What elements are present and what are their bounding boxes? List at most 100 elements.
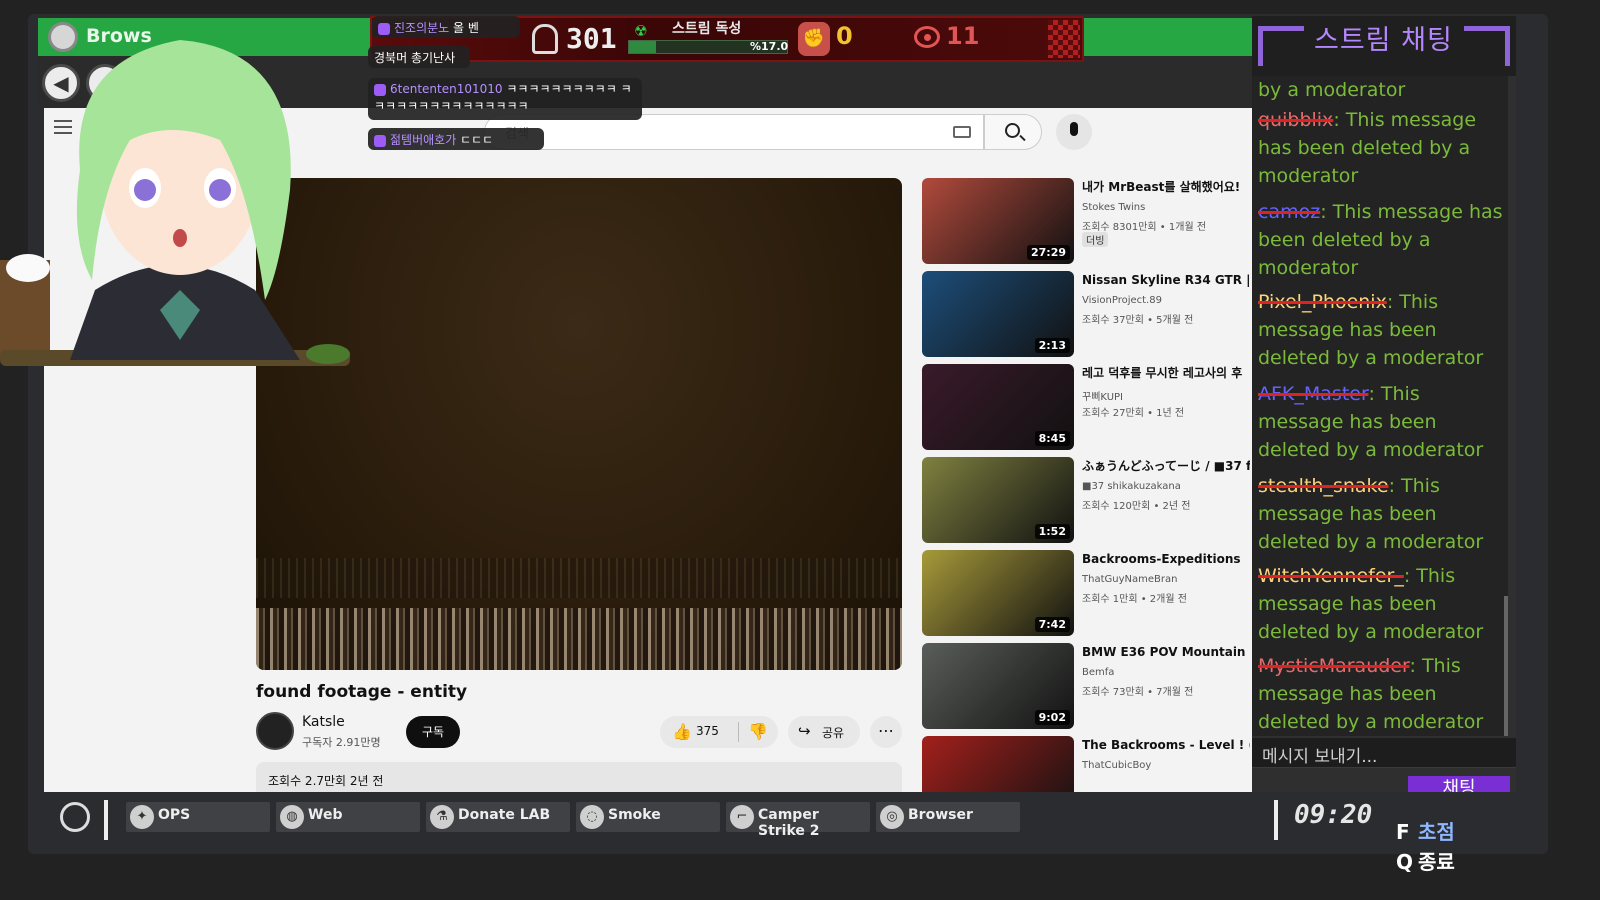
video-thumbnail[interactable]: 8:45: [922, 364, 1074, 450]
toxicity-fill: [629, 41, 656, 53]
chat-message: WitchYennefer_: This message has been de…: [1258, 565, 1484, 643]
quit-key-hint: Q 종료: [1396, 846, 1455, 875]
chat-message: stealth_snake: This message has been del…: [1258, 475, 1484, 553]
overlay-chat-user: 젊템버애호가: [390, 133, 457, 147]
stream-chat-header: 스트림 채팅: [1252, 16, 1516, 76]
channel-name[interactable]: Katsle: [302, 714, 345, 730]
recommendation-title[interactable]: Nissan Skyline R34 GTR | 4K: [1082, 271, 1250, 291]
chat-username[interactable]: Pixel_Phoenix: [1258, 291, 1387, 313]
focus-key-hint: F 초점: [1396, 816, 1455, 845]
subscriber-count: 구독자 2.91만명: [302, 736, 381, 749]
recommendation-channel[interactable]: Bemfa: [1082, 667, 1114, 678]
recommendation-title[interactable]: BMW E36 POV Mountain Drifting in the Rai…: [1082, 643, 1250, 663]
key-f: F: [1396, 820, 1410, 844]
subscribe-button[interactable]: 구독: [406, 716, 460, 748]
recommendation-item[interactable]: 8:45 레고 덕후를 무시한 레고사의 후 꾸삐KUPI 조회수 27만회 • 1년…: [922, 364, 1252, 452]
overlay-chat-user: 경북머: [374, 51, 408, 65]
video-static: [256, 558, 902, 598]
overlay-chat-message: 젊템버애호가 ㄷㄷㄷ: [368, 128, 544, 150]
recommendation-item[interactable]: 1:52 ふぁうんどふってーじ / ■37 feat.IA ■37 shikakuz…: [922, 457, 1252, 545]
flask-icon: ⚗: [430, 805, 454, 829]
eye-icon: [914, 26, 940, 48]
share-button[interactable]: ↪ 공유: [788, 716, 860, 748]
video-thumbnail[interactable]: 9:02: [922, 643, 1074, 729]
stream-chat-panel: 스트림 채팅 by a moderator quibblix: This mess…: [1252, 16, 1516, 808]
fist-count: 0: [836, 22, 853, 50]
taskbar-app-camper-strike-2[interactable]: ⌐ Camper Strike 2: [726, 802, 870, 839]
recommendation-item[interactable]: 27:29 내가 MrBeast를 살해했어요! Stokes Twins 조회수 8…: [922, 178, 1252, 266]
chat-username[interactable]: WitchYennefer_: [1258, 565, 1404, 587]
chat-message-input[interactable]: 메시지 보내기...: [1252, 738, 1516, 768]
eye-count: 11: [946, 22, 980, 50]
recommendation-item[interactable]: 9:02 BMW E36 POV Mountain Drifting in the…: [922, 643, 1252, 731]
video-thumbnail[interactable]: 2:13: [922, 271, 1074, 357]
channel-avatar[interactable]: [256, 712, 294, 750]
recommendation-channel[interactable]: VisionProject.89: [1082, 295, 1162, 306]
chat-username[interactable]: AFK_Master: [1258, 383, 1368, 405]
recommendation-meta: 조회수 37만회 • 5개월 전: [1082, 315, 1194, 326]
key-q-action: 종료: [1418, 850, 1455, 874]
toxicity-value: %17.0: [750, 40, 789, 53]
recommendation-channel[interactable]: ThatCubicBoy: [1082, 760, 1151, 771]
keyboard-icon[interactable]: [953, 126, 971, 138]
recommendation-channel[interactable]: ThatGuyNameBran: [1082, 574, 1177, 585]
clock: 09:20: [1294, 800, 1373, 830]
recommendation-item[interactable]: 7:42 Backrooms-Expeditions ThatGuyNameBran…: [922, 550, 1252, 638]
ops-icon: ✦: [130, 805, 154, 829]
key-f-action: 초점: [1418, 820, 1455, 844]
recommendation-meta: 조회수 120만회 • 2년 전: [1082, 501, 1191, 512]
start-button[interactable]: [60, 802, 90, 832]
taskbar-app-smoke[interactable]: ◌ Smoke: [576, 802, 720, 832]
chat-decoration-right: [1464, 26, 1510, 66]
taskbar-app-label: Smoke: [608, 807, 661, 823]
chat-message: camoz: This message has been deleted by …: [1258, 201, 1503, 279]
video-thumbnail[interactable]: 1:52: [922, 457, 1074, 543]
recommendation-channel[interactable]: ■37 shikakuzakana: [1082, 481, 1181, 492]
taskbar-app-label: Web: [308, 807, 343, 823]
chat-decoration-left: [1258, 26, 1304, 66]
mic-button[interactable]: [1056, 114, 1092, 150]
thumbs-down-icon[interactable]: 👎: [748, 722, 768, 741]
more-actions-button[interactable]: ⋯: [870, 716, 902, 748]
chat-message: Pixel_Phoenix: This message has been del…: [1258, 291, 1484, 369]
video-thumbnail[interactable]: 7:42: [922, 550, 1074, 636]
thumbs-up-icon[interactable]: 👍: [672, 722, 692, 741]
chat-username[interactable]: MysticMarauder: [1258, 655, 1409, 677]
globe-icon: ◍: [280, 805, 304, 829]
recommendation-title[interactable]: ふぁうんどふってーじ / ■37 feat.IA: [1082, 457, 1250, 477]
duration-badge: 7:42: [1034, 617, 1070, 632]
chat-scrollbar[interactable]: [1504, 596, 1508, 736]
taskbar-app-ops[interactable]: ✦ OPS: [126, 802, 270, 832]
taskbar-app-browser[interactable]: ◎ Browser: [876, 802, 1020, 832]
recommendation-channel[interactable]: 꾸삐KUPI: [1082, 388, 1123, 403]
heart-icon: [374, 134, 386, 147]
checker-decoration: [1048, 20, 1080, 58]
recommendation-title[interactable]: 레고 덕후를 무시한 레고사의 후: [1082, 364, 1250, 384]
chat-username[interactable]: quibblix: [1258, 109, 1333, 131]
recommendation-item[interactable]: 2:13 Nissan Skyline R34 GTR | 4K VisionPro…: [922, 271, 1252, 359]
recommendation-channel[interactable]: Stokes Twins: [1082, 202, 1145, 213]
chat-message: by a moderator: [1258, 76, 1504, 104]
overlay-chat-text: 올 벤: [453, 21, 479, 35]
share-icon: ↪: [798, 722, 811, 740]
duration-badge: 8:45: [1034, 431, 1070, 446]
taskbar-app-web[interactable]: ◍ Web: [276, 802, 420, 832]
viewer-count: 301: [566, 22, 617, 55]
video-thumbnail[interactable]: 27:29: [922, 178, 1074, 264]
chat-username[interactable]: camoz: [1258, 201, 1320, 223]
dubbed-badge: 더빙: [1082, 232, 1109, 247]
recommendation-title[interactable]: 내가 MrBeast를 살해했어요!: [1082, 178, 1250, 198]
overlay-chat-message: 진조의분노 올 벤: [372, 16, 520, 38]
recommendation-title[interactable]: The Backrooms - Level ! (Found Footage): [1082, 736, 1250, 756]
recommendation-title[interactable]: Backrooms-Expeditions: [1082, 550, 1250, 570]
search-icon: [1005, 123, 1020, 138]
stream-chat-messages: by a moderator quibblix: This message has…: [1252, 76, 1508, 736]
taskbar-app-donate-lab[interactable]: ⚗ Donate LAB: [426, 802, 570, 832]
heart-icon: [374, 83, 386, 96]
search-button[interactable]: [984, 114, 1042, 150]
gun-icon: ⌐: [730, 805, 754, 829]
chat-input-placeholder: 메시지 보내기...: [1262, 747, 1378, 767]
fist-icon: ✊: [798, 22, 830, 56]
duration-badge: 1:52: [1034, 524, 1070, 539]
chat-username[interactable]: stealth_snake: [1258, 475, 1389, 497]
